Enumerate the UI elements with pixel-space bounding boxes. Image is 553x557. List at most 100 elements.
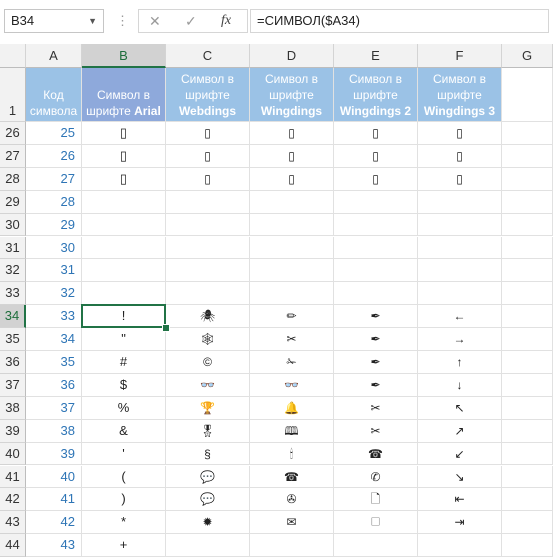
- drag-handle-icon[interactable]: ⋮: [116, 12, 129, 30]
- row-header-30[interactable]: 30: [0, 213, 26, 237]
- cell-symbol-e[interactable]: ✒: [334, 328, 418, 351]
- column-header-f[interactable]: F: [418, 44, 502, 68]
- cell-symbol-e[interactable]: ☎: [334, 442, 418, 466]
- cell-code[interactable]: 36: [26, 373, 82, 397]
- cell-symbol-b[interactable]: &: [82, 419, 166, 443]
- column-header-a[interactable]: A: [26, 44, 82, 68]
- cell-symbol-b[interactable]: ): [82, 488, 166, 512]
- cell-symbol-c[interactable]: ▯: [166, 122, 250, 145]
- cell-symbol-c[interactable]: 💬: [166, 465, 250, 489]
- cell-code[interactable]: 30: [26, 236, 82, 260]
- cell-symbol-b[interactable]: %: [82, 396, 166, 420]
- empty-cell-g[interactable]: [502, 328, 553, 351]
- cell-symbol-e[interactable]: 🗋: [334, 488, 418, 512]
- cell-symbol-e[interactable]: [334, 190, 418, 214]
- formula-input[interactable]: =СИМВОЛ($A34): [250, 9, 549, 33]
- cell-symbol-d[interactable]: [250, 213, 334, 237]
- row-header-28[interactable]: 28: [0, 167, 26, 191]
- row-header-36[interactable]: 36: [0, 351, 26, 374]
- cell-symbol-f[interactable]: ↖: [418, 396, 502, 420]
- cell-code[interactable]: 43: [26, 534, 82, 557]
- row-header-41[interactable]: 41: [0, 465, 26, 489]
- cell-symbol-e[interactable]: [334, 534, 418, 557]
- empty-cell-g[interactable]: [502, 122, 553, 145]
- cell-symbol-d[interactable]: 👓: [250, 373, 334, 397]
- cell-symbol-b[interactable]: (: [82, 465, 166, 489]
- cell-code[interactable]: 38: [26, 419, 82, 443]
- cell-symbol-e[interactable]: [334, 236, 418, 260]
- cell-code[interactable]: 27: [26, 167, 82, 191]
- cell-symbol-e[interactable]: ✂: [334, 396, 418, 420]
- cell-symbol-b[interactable]: #: [82, 351, 166, 374]
- cell-symbol-f[interactable]: [418, 534, 502, 557]
- header-cell-e[interactable]: Символ в шрифте Wingdings 2: [334, 68, 418, 122]
- row-header-43[interactable]: 43: [0, 511, 26, 535]
- cell-symbol-e[interactable]: ✒: [334, 373, 418, 397]
- header-cell-d[interactable]: Символ в шрифте Wingdings: [250, 68, 334, 122]
- empty-cell-g[interactable]: [502, 373, 553, 397]
- cell-symbol-f[interactable]: [418, 259, 502, 283]
- cancel-icon[interactable]: ✕: [149, 12, 161, 30]
- cell-symbol-d[interactable]: [250, 236, 334, 260]
- column-header-g[interactable]: G: [502, 44, 553, 68]
- cell-symbol-c[interactable]: 🕸: [166, 328, 250, 351]
- row-header-1[interactable]: 1: [0, 68, 26, 122]
- insert-function-icon[interactable]: fx: [221, 12, 231, 30]
- row-header-33[interactable]: 33: [0, 282, 26, 306]
- cell-symbol-d[interactable]: 🕮: [250, 419, 334, 443]
- cell-code[interactable]: 34: [26, 328, 82, 351]
- cell-symbol-b[interactable]: ▯: [82, 122, 166, 145]
- cell-symbol-b[interactable]: ▯: [82, 167, 166, 191]
- empty-cell-g[interactable]: [502, 282, 553, 306]
- row-header-29[interactable]: 29: [0, 190, 26, 214]
- cell-symbol-b[interactable]: ': [82, 442, 166, 466]
- cell-symbol-f[interactable]: ↗: [418, 419, 502, 443]
- empty-cell-g[interactable]: [502, 488, 553, 512]
- cell-code[interactable]: 31: [26, 259, 82, 283]
- name-box[interactable]: B34 ▼: [4, 9, 104, 33]
- empty-cell-g[interactable]: [502, 351, 553, 374]
- cell-symbol-c[interactable]: 🕷: [166, 305, 250, 329]
- cell-code[interactable]: 29: [26, 213, 82, 237]
- row-header-44[interactable]: 44: [0, 534, 26, 557]
- cell-symbol-d[interactable]: [250, 190, 334, 214]
- cell-symbol-d[interactable]: ☎: [250, 465, 334, 489]
- cell-symbol-c[interactable]: 🎖: [166, 419, 250, 443]
- cell-symbol-c[interactable]: [166, 213, 250, 237]
- chevron-down-icon[interactable]: ▼: [88, 10, 97, 32]
- empty-cell-g[interactable]: [502, 419, 553, 443]
- cell-symbol-b[interactable]: [82, 236, 166, 260]
- row-header-34[interactable]: 34: [0, 305, 26, 329]
- cell-symbol-c[interactable]: ©: [166, 351, 250, 374]
- empty-cell-g[interactable]: [502, 68, 553, 122]
- column-header-b[interactable]: B: [82, 44, 166, 68]
- empty-cell-g[interactable]: [502, 190, 553, 214]
- cell-symbol-f[interactable]: →: [418, 328, 502, 351]
- cell-symbol-f[interactable]: [418, 236, 502, 260]
- cell-symbol-c[interactable]: 👓: [166, 373, 250, 397]
- empty-cell-g[interactable]: [502, 442, 553, 466]
- cell-symbol-c[interactable]: 🏆: [166, 396, 250, 420]
- cell-symbol-c[interactable]: §: [166, 442, 250, 466]
- cell-code[interactable]: 35: [26, 351, 82, 374]
- empty-cell-g[interactable]: [502, 396, 553, 420]
- cell-symbol-d[interactable]: ✂: [250, 328, 334, 351]
- cell-symbol-d[interactable]: [250, 534, 334, 557]
- cell-code[interactable]: 37: [26, 396, 82, 420]
- header-cell-f[interactable]: Символ в шрифте Wingdings 3: [418, 68, 502, 122]
- cell-symbol-d[interactable]: [250, 259, 334, 283]
- cell-symbol-b[interactable]: [82, 282, 166, 306]
- column-header-d[interactable]: D: [250, 44, 334, 68]
- header-cell-a[interactable]: Код символа: [26, 68, 82, 122]
- cell-symbol-e[interactable]: ✒: [334, 305, 418, 329]
- cell-symbol-f[interactable]: ←: [418, 305, 502, 329]
- empty-cell-g[interactable]: [502, 259, 553, 283]
- cell-symbol-e[interactable]: ▯: [334, 167, 418, 191]
- cell-symbol-c[interactable]: [166, 282, 250, 306]
- empty-cell-g[interactable]: [502, 511, 553, 535]
- cell-symbol-e[interactable]: [334, 259, 418, 283]
- row-header-35[interactable]: 35: [0, 328, 26, 351]
- cell-symbol-b[interactable]: *: [82, 511, 166, 535]
- cell-symbol-d[interactable]: [250, 282, 334, 306]
- cell-symbol-f[interactable]: ⇥: [418, 511, 502, 535]
